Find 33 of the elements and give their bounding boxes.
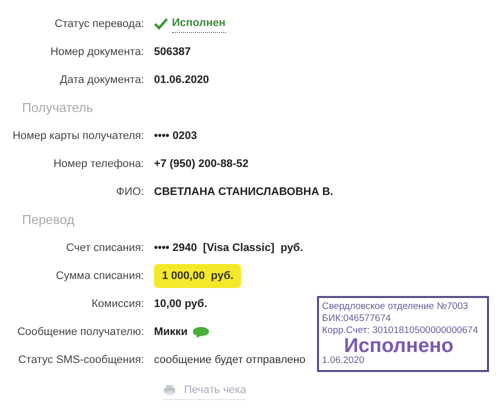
stamp-text: БИК:046577674 xyxy=(322,313,392,325)
field-label: Дата документа: xyxy=(58,72,145,88)
field-label: Статус SMS-сообщения: xyxy=(17,352,145,368)
stamp-text: Корр.Счет: 30101810500000000674 xyxy=(322,325,479,337)
speech-bubble-icon xyxy=(192,326,210,338)
field-label: Статус перевода: xyxy=(54,16,145,32)
field-label: Комиссия: xyxy=(90,296,145,312)
field-value: 01.06.2020 xyxy=(154,72,210,88)
field-label: Счет списания: xyxy=(65,240,145,256)
stamp-status: Исполнено xyxy=(344,337,455,355)
field-label: Сообщение получателю: xyxy=(16,324,145,340)
field-value: 10,00 руб. xyxy=(154,296,208,312)
field-label: Номер документа: xyxy=(49,44,145,60)
message-value: Микки xyxy=(154,324,188,340)
field-value: СВЕТЛАНА СТАНИСЛАВОВНА В. xyxy=(154,184,334,200)
field-value: 506387 xyxy=(154,44,191,60)
checkmark-icon xyxy=(154,18,168,30)
stamp-text: Свердловское отделение №7003 xyxy=(322,301,470,313)
field-label: ФИО: xyxy=(115,184,145,200)
amount-value: 1 000,00 руб. xyxy=(154,264,242,288)
section-heading: Получатель xyxy=(21,99,94,118)
field-value: •••• 2940 [Visa Classic] руб. xyxy=(154,240,304,256)
field-label: Номер телефона: xyxy=(52,156,145,172)
field-label: Сумма списания: xyxy=(54,268,145,284)
stamp-date: 1.06.2020 xyxy=(322,355,366,367)
field-value: сообщение будет отправлено xyxy=(154,352,306,368)
status-value: Исполнен xyxy=(172,15,226,33)
field-value: •••• 0203 xyxy=(154,128,197,144)
section-heading: Перевод xyxy=(21,211,76,230)
field-value: +7 (950) 200-88-52 xyxy=(154,156,248,172)
field-label: Номер карты получателя: xyxy=(12,128,145,144)
printer-icon xyxy=(163,384,176,396)
print-receipt-link[interactable]: Печать чека xyxy=(163,382,246,400)
